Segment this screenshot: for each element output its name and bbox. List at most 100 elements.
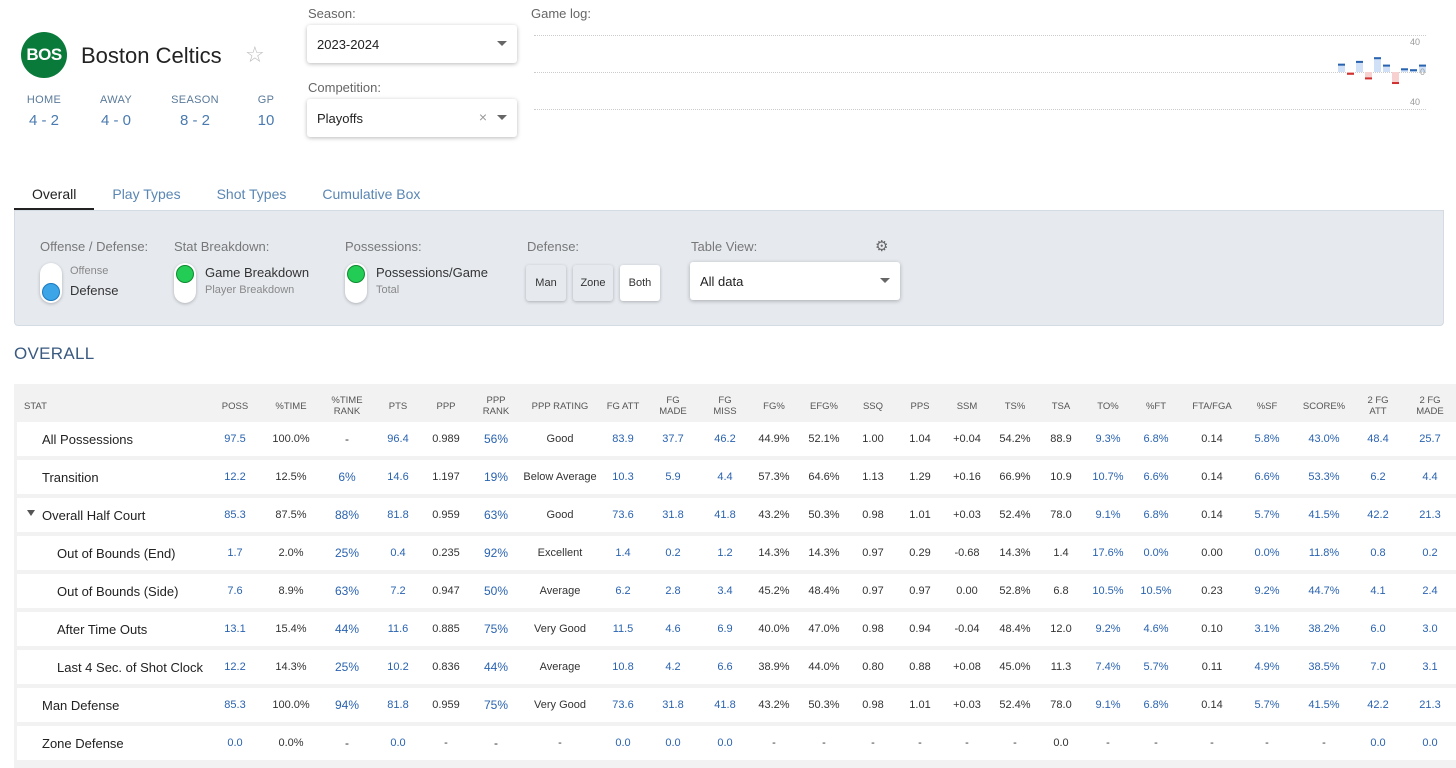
poss-option-per-game[interactable]: Possessions/Game bbox=[376, 265, 488, 280]
column-header[interactable]: PPP bbox=[428, 392, 464, 420]
table-cell: 9.2% bbox=[1254, 585, 1280, 597]
expand-chevron-icon[interactable] bbox=[27, 510, 35, 516]
column-header[interactable]: FTA/FGA bbox=[1187, 392, 1237, 420]
table-cell: Very Good bbox=[534, 623, 586, 635]
table-cell: 4.4 bbox=[717, 471, 733, 483]
table-cell: Excellent bbox=[537, 547, 583, 559]
tab-overall[interactable]: Overall bbox=[14, 186, 95, 210]
stat-breakdown-toggle[interactable] bbox=[174, 263, 196, 303]
table-row[interactable]: Overall Half Court 85.3 87.5% 88% 81.8 0.959 6… bbox=[17, 498, 1456, 532]
table-cell: 44.7% bbox=[1308, 585, 1340, 597]
table-cell: 14.3% bbox=[275, 661, 307, 673]
table-cell: - bbox=[1210, 737, 1214, 749]
table-cell: 4.9% bbox=[1254, 661, 1280, 673]
offdef-option-offense[interactable]: Offense bbox=[70, 265, 108, 277]
column-header[interactable]: PPP RANK bbox=[476, 392, 516, 420]
season-select[interactable]: 2023-2024 bbox=[307, 25, 517, 63]
column-header[interactable]: %FT bbox=[1138, 392, 1174, 420]
table-cell: 7.0 bbox=[1370, 661, 1386, 673]
table-cell: 1.29 bbox=[909, 471, 931, 483]
table-row[interactable]: Out of Bounds (Side) 7.6 8.9% 63% 7.2 0.947 50… bbox=[17, 574, 1456, 608]
toggle-knob bbox=[347, 265, 365, 283]
table-row[interactable]: Last 4 Sec. of Shot Clock 12.2 14.3% 25% 10.… bbox=[17, 650, 1456, 684]
tab-cumulative-box[interactable]: Cumulative Box bbox=[304, 186, 438, 210]
table-cell: 37.7 bbox=[662, 433, 684, 445]
table-cell: 7.6 bbox=[227, 585, 243, 597]
table-row[interactable]: All Possessions 97.5 100.0% - 96.4 0.989 56% Go… bbox=[17, 422, 1456, 456]
table-cell: 85.3 bbox=[224, 699, 246, 711]
column-header[interactable]: FG ATT bbox=[605, 392, 641, 420]
defense-both-button[interactable]: Both bbox=[620, 265, 660, 301]
column-header[interactable]: PTS bbox=[381, 392, 415, 420]
column-header[interactable]: FG% bbox=[754, 392, 794, 420]
table-cell: 2.8 bbox=[665, 585, 681, 597]
table-cell: 73.6 bbox=[612, 509, 634, 521]
column-header[interactable]: %TIME RANK bbox=[325, 392, 369, 420]
column-header[interactable]: TS% bbox=[994, 392, 1036, 420]
table-row[interactable]: Out of Bounds (End) 1.7 2.0% 25% 0.4 0.235 92%… bbox=[17, 536, 1456, 570]
column-header[interactable]: TO% bbox=[1090, 392, 1126, 420]
column-header[interactable]: PPP RATING bbox=[520, 392, 600, 420]
column-header[interactable]: %SF bbox=[1249, 392, 1285, 420]
table-cell: 0.94 bbox=[909, 623, 931, 635]
table-cell: 10.2 bbox=[387, 661, 409, 673]
column-header[interactable]: FG MISS bbox=[707, 392, 743, 420]
table-row[interactable]: Man Defense 85.3 100.0% 94% 81.8 0.959 75% Very… bbox=[17, 688, 1456, 722]
table-cell: 4.6 bbox=[665, 623, 681, 635]
column-header[interactable]: SSM bbox=[947, 392, 987, 420]
table-row[interactable]: Zone Defense 0.0 0.0% - 0.0 - - - 0.0 0.0 0.0 - - - - -… bbox=[17, 726, 1456, 760]
column-header[interactable]: TSA bbox=[1043, 392, 1079, 420]
table-cell: 0.0 bbox=[227, 737, 243, 749]
column-header[interactable]: %TIME bbox=[269, 392, 313, 420]
favorite-star-icon[interactable]: ☆ bbox=[245, 42, 265, 68]
table-cell: 11.3 bbox=[1050, 661, 1072, 673]
table-cell: 52.4% bbox=[999, 699, 1031, 711]
table-cell: 0.0 bbox=[1422, 737, 1438, 749]
column-header[interactable]: POSS bbox=[215, 392, 255, 420]
column-header[interactable]: 2 FG MADE bbox=[1412, 392, 1448, 420]
possessions-label: Possessions: bbox=[345, 239, 422, 254]
competition-label: Competition: bbox=[308, 80, 381, 95]
table-cell: 0.97 bbox=[862, 547, 884, 559]
poss-option-total[interactable]: Total bbox=[376, 284, 399, 296]
table-cell: 13.1 bbox=[224, 623, 246, 635]
table-cell: 78.0 bbox=[1050, 509, 1072, 521]
column-header[interactable]: EFG% bbox=[803, 392, 845, 420]
table-cell: 6.6% bbox=[1254, 471, 1280, 483]
table-cell: 57.3% bbox=[758, 471, 790, 483]
row-stat-name: Transition bbox=[42, 469, 99, 485]
column-header[interactable]: FG MADE bbox=[655, 392, 691, 420]
table-cell: 1.4 bbox=[1053, 547, 1069, 559]
gamelog-bar[interactable] bbox=[1374, 57, 1381, 72]
table-row[interactable]: After Time Outs 13.1 15.4% 44% 11.6 0.885 75% V… bbox=[17, 612, 1456, 646]
tab-shot-types[interactable]: Shot Types bbox=[199, 186, 305, 210]
table-cell: 12.2 bbox=[224, 471, 246, 483]
gamelog-axis-bottom: 40 bbox=[1410, 97, 1421, 107]
table-row[interactable]: Transition 12.2 12.5% 6% 14.6 1.197 19% Below A… bbox=[17, 460, 1456, 494]
column-header[interactable]: STAT bbox=[24, 392, 64, 420]
stat-option-game[interactable]: Game Breakdown bbox=[205, 265, 309, 280]
gear-icon[interactable]: ⚙ bbox=[875, 237, 888, 255]
gamelog-bar-cap bbox=[1392, 82, 1399, 85]
table-cell: - bbox=[494, 736, 498, 750]
column-header[interactable]: PPS bbox=[903, 392, 937, 420]
section-title: OVERALL bbox=[14, 344, 95, 363]
defense-man-button[interactable]: Man bbox=[526, 265, 566, 301]
defense-zone-button[interactable]: Zone bbox=[573, 265, 613, 301]
column-header[interactable]: 2 FG ATT bbox=[1360, 392, 1396, 420]
offdef-toggle[interactable] bbox=[40, 263, 62, 303]
clear-icon[interactable]: × bbox=[479, 109, 487, 125]
table-view-select[interactable]: All data bbox=[690, 262, 900, 300]
column-header[interactable]: SSQ bbox=[856, 392, 890, 420]
column-header[interactable]: SCORE% bbox=[1300, 392, 1348, 420]
table-cell: 3.1% bbox=[1254, 623, 1280, 635]
possessions-toggle[interactable] bbox=[345, 263, 367, 303]
offdef-option-defense[interactable]: Defense bbox=[70, 283, 118, 298]
stat-option-player[interactable]: Player Breakdown bbox=[205, 284, 294, 296]
table-cell: 4.2 bbox=[665, 661, 681, 673]
tab-play-types[interactable]: Play Types bbox=[94, 186, 198, 210]
offdef-label: Offense / Defense: bbox=[40, 239, 149, 254]
table-cell: Good bbox=[546, 509, 574, 521]
competition-select[interactable]: Playoffs × bbox=[307, 99, 517, 137]
table-cell: 6.2 bbox=[615, 585, 631, 597]
